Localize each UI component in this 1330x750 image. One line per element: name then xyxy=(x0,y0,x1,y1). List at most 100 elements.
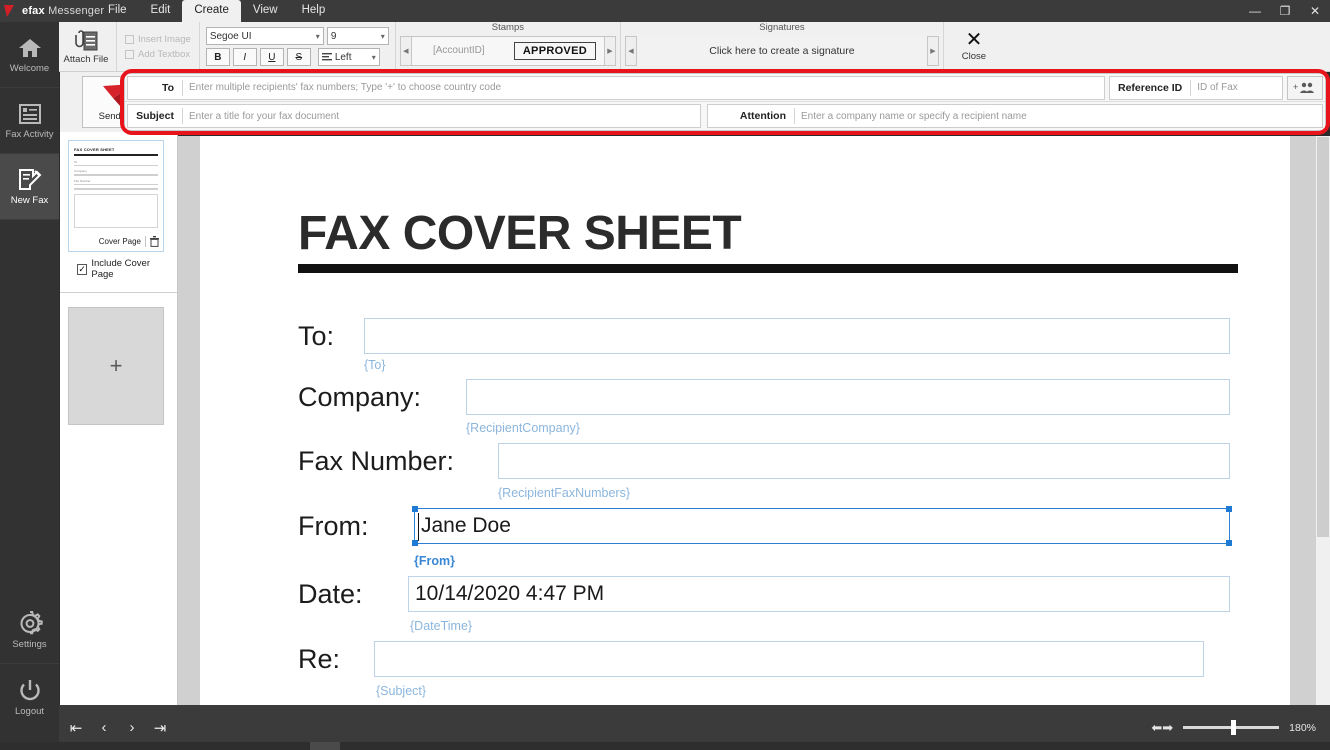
doc-input-company[interactable] xyxy=(466,379,1230,415)
close-window-icon[interactable]: ✕ xyxy=(1300,0,1330,22)
menu-item-edit[interactable]: Edit xyxy=(139,0,183,22)
gear-icon xyxy=(17,611,43,636)
add-page-button[interactable]: + xyxy=(68,307,164,425)
zoom-slider[interactable] xyxy=(1183,726,1279,729)
to-input[interactable]: Enter multiple recipients' fax numbers; … xyxy=(183,82,1104,93)
attention-field-group[interactable]: Attention Enter a company name or specif… xyxy=(707,104,1323,128)
zoom-percent-label: 180% xyxy=(1289,722,1316,734)
fax-form-row-to: To Enter multiple recipients' fax number… xyxy=(125,74,1325,102)
last-page-button[interactable]: ⇥ xyxy=(153,719,167,737)
selection-handle-bottom-left[interactable] xyxy=(412,540,418,546)
attach-file-button[interactable]: Attach File xyxy=(58,23,114,71)
to-field-group[interactable]: To Enter multiple recipients' fax number… xyxy=(127,76,1105,100)
menu-item-view[interactable]: View xyxy=(241,0,290,22)
add-textbox-button[interactable]: Add Textbox xyxy=(125,49,191,60)
insert-image-button[interactable]: Insert Image xyxy=(125,34,191,45)
subject-input[interactable]: Enter a title for your fax document xyxy=(183,111,700,122)
previous-page-button[interactable]: ‹ xyxy=(97,719,111,736)
fax-form-row-subject: Subject Enter a title for your fax docum… xyxy=(125,102,1325,130)
doc-label-fax-number: Fax Number: xyxy=(298,443,498,479)
cover-page-thumbnail[interactable]: FAX COVER SHEET To Company Fax Number Co… xyxy=(68,140,164,252)
sidebar-item-logout[interactable]: Logout xyxy=(0,664,59,730)
document-viewer[interactable]: FAX COVER SHEET To: {To} Company: {Recip… xyxy=(178,136,1330,705)
minimize-icon[interactable]: — xyxy=(1240,0,1270,22)
create-signature-button[interactable]: Click here to create a signature xyxy=(637,36,927,66)
delete-page-icon[interactable] xyxy=(150,236,159,247)
taskbar-indicator xyxy=(310,742,340,750)
signatures-scroll-right-icon[interactable]: ▶ xyxy=(927,36,939,66)
selection-handle-top-right[interactable] xyxy=(1226,506,1232,512)
attention-input[interactable]: Enter a company name or specify a recipi… xyxy=(795,111,1322,122)
menu-item-help[interactable]: Help xyxy=(290,0,338,22)
sidebar-item-settings[interactable]: Settings xyxy=(0,598,59,664)
doc-field-fax-number[interactable]: Fax Number: xyxy=(298,443,1238,479)
doc-field-from[interactable]: From: Jane Doe xyxy=(298,508,1238,544)
include-cover-page-checkbox[interactable]: ✓ xyxy=(77,264,87,275)
font-family-select[interactable]: Segoe UI ▾ xyxy=(206,27,324,45)
doc-field-re[interactable]: Re: xyxy=(298,641,1238,677)
strikethrough-button[interactable]: S xyxy=(287,48,311,66)
reference-id-field-group[interactable]: Reference ID ID of Fax xyxy=(1109,76,1283,100)
sidebar-label-fax-activity: Fax Activity xyxy=(5,129,53,140)
doc-token-date: {DateTime} xyxy=(410,619,472,633)
stamp-item-approved[interactable]: APPROVED xyxy=(506,36,604,66)
doc-label-company: Company: xyxy=(298,379,466,415)
chevron-down-icon: ▾ xyxy=(381,32,385,41)
italic-button[interactable]: I xyxy=(233,48,257,66)
attach-file-icon xyxy=(73,29,99,53)
title-bar: efax Messenger File Edit Create View Hel… xyxy=(0,0,1330,22)
doc-input-to[interactable] xyxy=(364,318,1230,354)
sidebar-label-settings: Settings xyxy=(12,639,46,650)
menu-item-create[interactable]: Create xyxy=(182,0,241,22)
selection-handle-bottom-right[interactable] xyxy=(1226,540,1232,546)
stamp-item-accountid[interactable]: [AccountID] xyxy=(412,36,506,66)
doc-value-fax-number xyxy=(499,449,511,472)
doc-value-company xyxy=(467,385,479,408)
close-document-button[interactable]: ✕ Close xyxy=(946,22,1002,72)
ribbon-group-signatures: Signatures ◀ Click here to create a sign… xyxy=(621,22,944,71)
fit-width-icon[interactable]: ⬅➡ xyxy=(1151,720,1173,736)
subject-field-group[interactable]: Subject Enter a title for your fax docum… xyxy=(127,104,701,128)
sidebar-label-welcome: Welcome xyxy=(10,63,49,74)
doc-token-to: {To} xyxy=(364,358,386,372)
maximize-icon[interactable]: ❐ xyxy=(1270,0,1300,22)
doc-input-fax-number[interactable] xyxy=(498,443,1230,479)
ribbon-toolbar: + Cover Page Attach File xyxy=(0,22,1330,72)
thumbnail-mini-title: FAX COVER SHEET xyxy=(74,147,158,152)
insert-image-label: Insert Image xyxy=(138,34,191,45)
add-recipients-button[interactable]: + xyxy=(1287,76,1323,100)
include-cover-page-row[interactable]: ✓ Include Cover Page xyxy=(68,252,169,288)
scrollbar-thumb[interactable] xyxy=(1317,137,1329,537)
doc-label-from: From: xyxy=(298,508,414,544)
selection-handle-top-left[interactable] xyxy=(412,506,418,512)
underline-button[interactable]: U xyxy=(260,48,284,66)
font-size-select[interactable]: 9 ▾ xyxy=(327,27,389,45)
font-size-value: 9 xyxy=(331,31,337,42)
doc-input-from[interactable]: Jane Doe xyxy=(414,508,1230,544)
doc-input-re[interactable] xyxy=(374,641,1204,677)
stamps-scroll-left-icon[interactable]: ◀ xyxy=(400,36,412,66)
cover-page-document[interactable]: FAX COVER SHEET To: {To} Company: {Recip… xyxy=(200,136,1290,705)
text-align-select[interactable]: Left ▾ xyxy=(318,48,380,66)
stamps-scroll-right-icon[interactable]: ▶ xyxy=(604,36,616,66)
doc-field-company[interactable]: Company: xyxy=(298,379,1238,415)
sidebar-item-welcome[interactable]: Welcome xyxy=(0,22,59,88)
bold-button[interactable]: B xyxy=(206,48,230,66)
doc-field-to[interactable]: To: xyxy=(298,318,1238,354)
sidebar-item-new-fax[interactable]: New Fax xyxy=(0,154,59,220)
signatures-scroll-left-icon[interactable]: ◀ xyxy=(625,36,637,66)
menu-bar: File Edit Create View Help xyxy=(96,0,337,22)
first-page-button[interactable]: ⇤ xyxy=(69,719,83,737)
document-vertical-scrollbar[interactable] xyxy=(1316,136,1330,705)
pages-panel: FAX COVER SHEET To Company Fax Number Co… xyxy=(60,132,178,705)
reference-id-input[interactable]: ID of Fax xyxy=(1191,82,1282,93)
thumbnail-mini-line xyxy=(74,174,158,176)
doc-field-date[interactable]: Date: 10/14/2020 4:47 PM xyxy=(298,576,1238,612)
zoom-slider-knob[interactable] xyxy=(1231,720,1236,735)
thumbnail-mini-label: Company xyxy=(74,169,158,173)
sidebar-item-fax-activity[interactable]: Fax Activity xyxy=(0,88,59,154)
menu-item-file[interactable]: File xyxy=(96,0,139,22)
next-page-button[interactable]: › xyxy=(125,719,139,736)
doc-input-date[interactable]: 10/14/2020 4:47 PM xyxy=(408,576,1230,612)
thumbnail-mini-label: Fax Number xyxy=(74,179,158,183)
